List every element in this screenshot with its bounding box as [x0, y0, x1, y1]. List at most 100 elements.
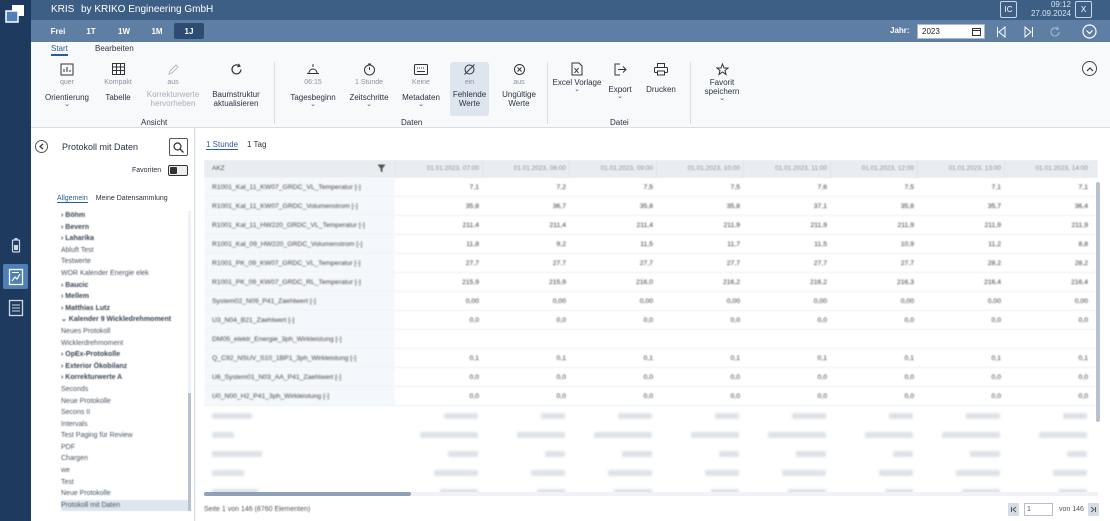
- table-cell[interactable]: 27,7: [830, 254, 917, 272]
- table-cell[interactable]: 216,2: [743, 273, 830, 291]
- table-cell[interactable]: 7,2: [482, 178, 569, 196]
- table-cell[interactable]: 211,9: [830, 216, 917, 234]
- baumstruktur-button[interactable]: Baumstruktur aktualisieren: [207, 62, 265, 108]
- table-cell[interactable]: 28,2: [1004, 254, 1091, 272]
- table-cell[interactable]: 0,00: [395, 292, 482, 310]
- column-header[interactable]: 01.01.2023, 09:00: [569, 160, 656, 178]
- table-cell[interactable]: 216,4: [917, 273, 1004, 291]
- column-header[interactable]: 01.01.2023, 12:00: [830, 160, 917, 178]
- tree-item[interactable]: › Matthias Lutz: [61, 303, 191, 315]
- table-cell[interactable]: 9,2: [482, 235, 569, 253]
- tree-item[interactable]: Chargen: [61, 453, 191, 465]
- table-cell[interactable]: [830, 330, 917, 348]
- tree-item[interactable]: WOR Kalender Energie elek: [61, 268, 191, 280]
- table-row[interactable]: DM05_elektr_Energie_3ph_Wirkleistung [-]: [204, 330, 1098, 349]
- tree-item[interactable]: › Laharika: [61, 233, 191, 245]
- table-cell[interactable]: 0,1: [395, 349, 482, 367]
- tree-item[interactable]: Testwerte: [61, 256, 191, 268]
- tree-item[interactable]: Test: [61, 477, 191, 489]
- drucken-button[interactable]: Drucken: [633, 62, 689, 94]
- table-cell[interactable]: 0,0: [743, 368, 830, 386]
- last-page-icon[interactable]: [1087, 503, 1099, 516]
- tree-item[interactable]: › OpEx-Protokolle: [61, 349, 191, 361]
- tab-bearbeiten[interactable]: Bearbeiten: [95, 44, 134, 53]
- table-cell[interactable]: 0,0: [830, 311, 917, 329]
- table-cell[interactable]: 0,00: [482, 292, 569, 310]
- table-cell[interactable]: 11,2: [917, 235, 1004, 253]
- tree-item[interactable]: Protokoll mit Daten: [61, 499, 191, 512]
- table-cell[interactable]: 35,8: [830, 197, 917, 215]
- table-cell[interactable]: 0,1: [917, 349, 1004, 367]
- column-header[interactable]: 01.01.2023, 13:00: [917, 160, 1004, 178]
- table-cell[interactable]: 11,5: [569, 235, 656, 253]
- grid-vertical-scrollbar[interactable]: [1096, 182, 1100, 422]
- table-cell[interactable]: 0,0: [656, 368, 743, 386]
- tree-item[interactable]: Seconds: [61, 384, 191, 396]
- table-cell[interactable]: 37,1: [743, 197, 830, 215]
- table-cell[interactable]: 0,00: [656, 292, 743, 310]
- table-cell[interactable]: 35,8: [395, 197, 482, 215]
- akz-header[interactable]: AKZ: [204, 160, 395, 178]
- table-row[interactable]: R1001_Kal_11_KW07_GRDC_Volumenstrom [-] 3…: [204, 197, 1098, 216]
- table-cell[interactable]: 35,7: [917, 197, 1004, 215]
- table-cell[interactable]: 27,7: [743, 254, 830, 272]
- document-list-icon[interactable]: [6, 298, 25, 317]
- zeitschritte-button[interactable]: 1 Stunde Zeitschritte ⌄: [341, 62, 397, 108]
- table-cell[interactable]: 7,5: [569, 178, 656, 196]
- tree-item[interactable]: Intervals: [61, 419, 191, 431]
- tree-item[interactable]: Wicklerdrehmoment: [61, 338, 191, 350]
- table-cell[interactable]: 0,1: [482, 349, 569, 367]
- tree-item[interactable]: › Baucic: [61, 280, 191, 292]
- table-cell[interactable]: 211,9: [743, 216, 830, 234]
- table-row[interactable]: R1001_PK_09_KW07_GRDC_VL_Temperatur [-] 2…: [204, 254, 1098, 273]
- tree-item[interactable]: › Mellem: [61, 291, 191, 303]
- ungueltige-werte-button[interactable]: aus Ungültige Werte: [491, 62, 547, 108]
- table-cell[interactable]: 7,1: [395, 178, 482, 196]
- table-cell[interactable]: 0,00: [743, 292, 830, 310]
- table-cell[interactable]: 8,8: [1004, 235, 1091, 253]
- collapse-ribbon-icon[interactable]: [1082, 61, 1097, 76]
- favorit-speichern-button[interactable]: Favorit speichern ⌄: [694, 62, 750, 102]
- table-cell[interactable]: 215,9: [482, 273, 569, 291]
- filter-icon[interactable]: [377, 164, 386, 175]
- table-cell[interactable]: [656, 330, 743, 348]
- tree-item[interactable]: Test Paging für Review: [61, 430, 191, 442]
- table-row[interactable]: R1001_Kal_11_HW220_GRDC_VL_Temperatur [-…: [204, 216, 1098, 235]
- tree-item[interactable]: › Bevern: [61, 222, 191, 234]
- table-cell[interactable]: 0,0: [395, 387, 482, 405]
- table-cell[interactable]: 0,0: [395, 368, 482, 386]
- tree-item[interactable]: › Korrekturwerte A: [61, 372, 191, 384]
- range-1j-button[interactable]: 1J: [174, 23, 204, 39]
- table-cell[interactable]: 27,7: [395, 254, 482, 272]
- table-cell[interactable]: 7,1: [1004, 178, 1091, 196]
- refresh-icon[interactable]: [1047, 24, 1063, 39]
- battery-icon[interactable]: [6, 235, 25, 254]
- table-cell[interactable]: 0,1: [830, 349, 917, 367]
- table-row[interactable]: U0_N00_H2_P41_3ph_Wirkleistung [-] 0,0 0,0…: [204, 387, 1098, 406]
- table-cell[interactable]: [743, 330, 830, 348]
- calendar-icon[interactable]: [972, 27, 981, 38]
- tab-start[interactable]: Start: [51, 44, 68, 56]
- tree-item[interactable]: Neue Protokolle: [61, 488, 191, 500]
- column-header[interactable]: 01.01.2023, 14:00: [1004, 160, 1091, 178]
- table-cell[interactable]: 35,8: [569, 197, 656, 215]
- table-cell[interactable]: 0,00: [830, 292, 917, 310]
- table-cell[interactable]: 7,5: [656, 178, 743, 196]
- first-page-icon[interactable]: [1008, 503, 1019, 516]
- column-header[interactable]: 01.01.2023, 10:00: [656, 160, 743, 178]
- table-cell[interactable]: 0,00: [917, 292, 1004, 310]
- table-cell[interactable]: 0,1: [1004, 349, 1091, 367]
- table-cell[interactable]: 0,0: [395, 311, 482, 329]
- column-header[interactable]: 01.01.2023, 11:00: [743, 160, 830, 178]
- tab-1-tag[interactable]: 1 Tag: [247, 140, 266, 149]
- table-cell[interactable]: [395, 330, 482, 348]
- table-cell[interactable]: 0,1: [656, 349, 743, 367]
- table-cell[interactable]: 36,4: [1004, 197, 1091, 215]
- tree-item[interactable]: Neue Protokolle: [61, 396, 191, 408]
- table-cell[interactable]: 0,0: [917, 387, 1004, 405]
- table-cell[interactable]: 28,2: [917, 254, 1004, 272]
- table-cell[interactable]: 216,4: [1004, 273, 1091, 291]
- tab-allgemein[interactable]: Allgemein: [57, 195, 88, 203]
- table-cell[interactable]: 27,7: [656, 254, 743, 272]
- tree-item[interactable]: ⌄ Kalender 9 Wickledrehmoment: [61, 314, 191, 326]
